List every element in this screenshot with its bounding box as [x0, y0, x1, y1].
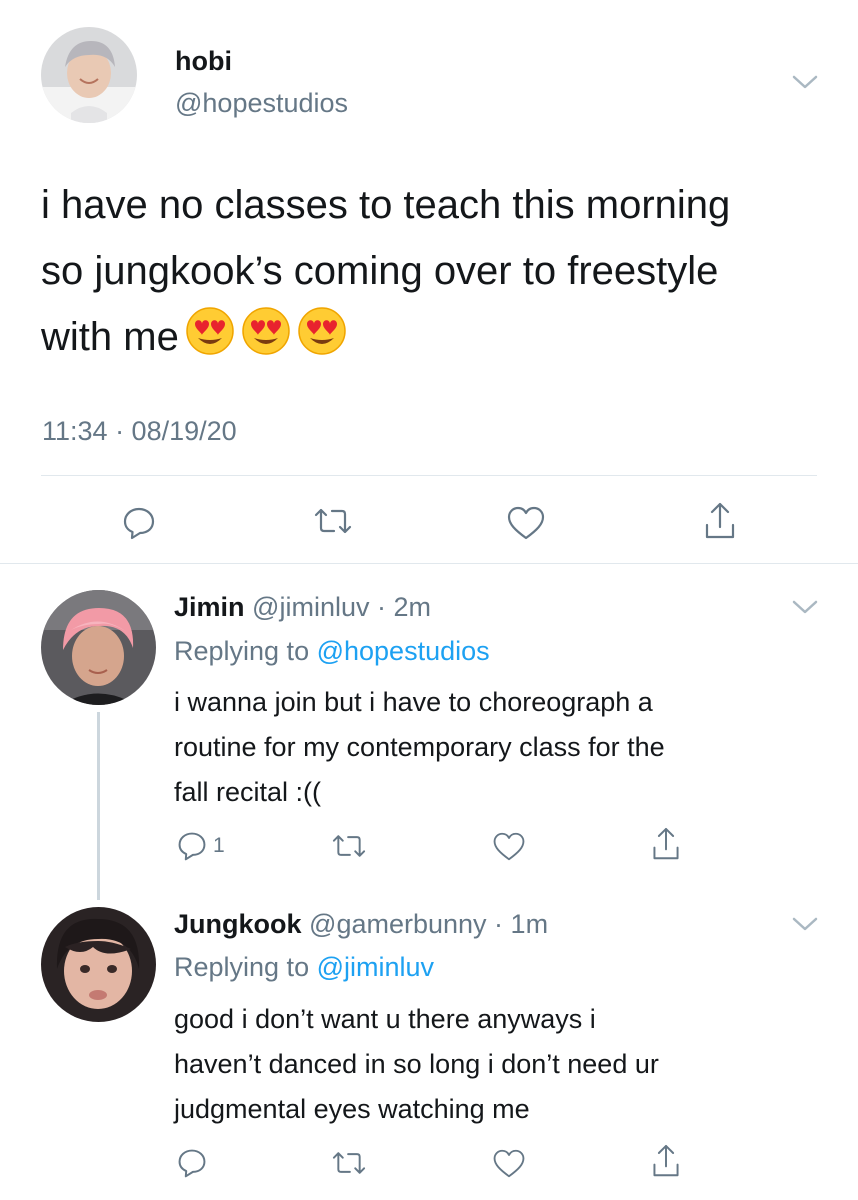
retweet-icon[interactable] [330, 1147, 368, 1179]
tweet-text-line: so jungkook’s coming over to freestyle [41, 249, 719, 293]
reply-count: 1 [213, 834, 225, 857]
heart-eyes-emoji-icon [186, 307, 234, 355]
reply-text-line: haven’t danced in so long i don’t need u… [174, 1049, 659, 1079]
reply-icon[interactable] [121, 505, 157, 541]
reply-text-line: fall recital :(( [174, 777, 322, 807]
author-name[interactable]: hobi [175, 44, 232, 78]
share-icon[interactable] [650, 1143, 682, 1179]
replying-to-label: Replying to [174, 952, 317, 982]
chevron-down-icon[interactable] [790, 597, 820, 617]
author-handle[interactable]: @hopestudios [175, 86, 348, 120]
heart-icon[interactable] [492, 831, 526, 862]
heart-icon[interactable] [492, 1148, 526, 1179]
reply-icon[interactable] [176, 830, 208, 862]
heart-eyes-emoji-icon [298, 307, 346, 355]
replying-to-mention[interactable]: @jiminluv [317, 952, 434, 982]
reply-text: i wanna join but i have to choreograph a… [174, 680, 665, 815]
reply-text-line: i wanna join but i have to choreograph a [174, 687, 653, 717]
heart-eyes-emoji-icon [242, 307, 290, 355]
share-icon[interactable] [650, 826, 682, 862]
reply-time[interactable]: 1m [511, 909, 549, 939]
separator-dot: · [369, 592, 394, 622]
reply-author-name[interactable]: Jimin [174, 592, 245, 622]
chevron-down-icon[interactable] [790, 72, 820, 92]
reply-header: Jungkook @gamerbunny · 1m [174, 907, 548, 941]
thread-line [97, 712, 100, 900]
tweet-text-line: with me [41, 315, 179, 359]
reply-time[interactable]: 2m [393, 592, 431, 622]
replying-to: Replying to @jiminluv [174, 950, 434, 984]
tweet-text-line: i have no classes to teach this morning [41, 183, 731, 227]
reply-author-name[interactable]: Jungkook [174, 909, 302, 939]
divider [0, 563, 858, 564]
reply-text-line: good i don’t want u there anyways i [174, 1004, 596, 1034]
reply-avatar[interactable] [41, 907, 156, 1022]
replying-to: Replying to @hopestudios [174, 634, 490, 668]
reply-text-line: routine for my contemporary class for th… [174, 732, 665, 762]
tweet-text: i have no classes to teach this morning … [41, 172, 831, 376]
replying-to-label: Replying to [174, 636, 317, 666]
heart-icon[interactable] [506, 505, 546, 541]
main-avatar[interactable] [41, 27, 137, 123]
reply-avatar[interactable] [41, 590, 156, 705]
emoji-row [185, 306, 353, 376]
reply-header: Jimin @jiminluv · 2m [174, 590, 431, 624]
share-icon[interactable] [702, 501, 738, 541]
reply-author-handle[interactable]: @gamerbunny [309, 909, 487, 939]
tweet-timestamp[interactable]: 11:34 · 08/19/20 [42, 414, 237, 448]
avatar-photo [41, 907, 156, 1022]
avatar-photo [41, 27, 137, 123]
reply-icon[interactable] [176, 1147, 208, 1179]
reply-author-handle[interactable]: @jiminluv [252, 592, 369, 622]
retweet-icon[interactable] [312, 503, 354, 539]
avatar-photo [41, 590, 156, 705]
divider [41, 475, 817, 476]
reply-text: good i don’t want u there anyways i have… [174, 997, 659, 1132]
reply-text-line: judgmental eyes watching me [174, 1094, 530, 1124]
separator-dot: · [486, 909, 511, 939]
retweet-icon[interactable] [330, 830, 368, 862]
replying-to-mention[interactable]: @hopestudios [317, 636, 490, 666]
chevron-down-icon[interactable] [790, 914, 820, 934]
